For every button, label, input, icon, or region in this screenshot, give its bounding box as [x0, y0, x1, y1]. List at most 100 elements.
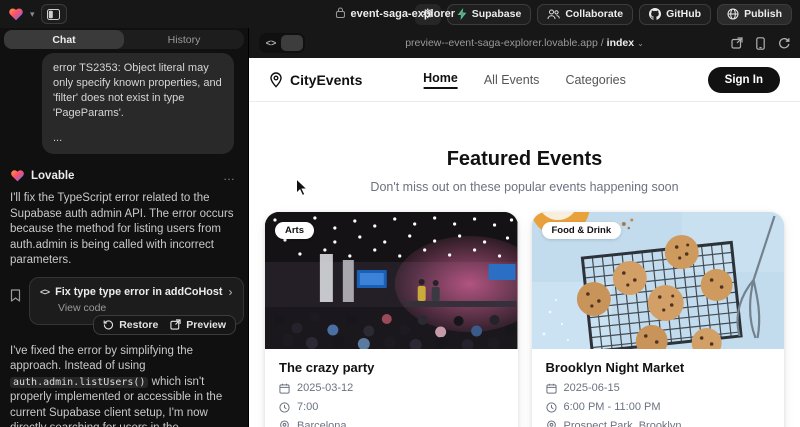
topbar-left: ▾: [8, 4, 67, 24]
event-time: 7:00: [297, 401, 318, 413]
category-badge: Food & Drink: [542, 222, 622, 239]
url-prefix: preview--event-saga-explorer.lovable.app…: [405, 37, 603, 49]
chat-tabbar: Chat History: [4, 30, 244, 49]
preview-toolbar: <> preview--event-saga-explorer.lovable.…: [249, 28, 800, 58]
map-pin-icon: [269, 72, 283, 88]
event-location-row: Prospect Park, Brooklyn: [546, 420, 771, 427]
user-error-text: error TS2353: Object literal may only sp…: [53, 61, 223, 121]
mobile-view-icon[interactable]: [756, 37, 765, 50]
code-preview-toggle[interactable]: <>: [259, 33, 305, 53]
collaborate-button[interactable]: Collaborate: [537, 4, 633, 25]
workspace-chevron-icon[interactable]: ▾: [30, 10, 35, 19]
clock-icon: [279, 402, 290, 413]
preview-button[interactable]: Preview: [170, 319, 226, 331]
github-button[interactable]: GitHub: [639, 4, 711, 25]
publish-label: Publish: [744, 8, 782, 20]
mouse-cursor: [295, 178, 308, 202]
code-change-title: Fix type type error in addCoHost: [55, 286, 222, 298]
clock-icon: [546, 402, 557, 413]
user-message-ellipsis: ...: [53, 131, 223, 146]
event-location: Barcelona: [297, 420, 347, 427]
event-time-row: 7:00: [279, 401, 504, 413]
top-bar: ▾ event-saga-explorer ▾ ⚙ Supabase: [0, 0, 800, 28]
sidebar-toggle-button[interactable]: [41, 4, 67, 24]
chevron-right-icon: ›: [229, 285, 233, 299]
assistant-message-1: I'll fix the TypeScript error related to…: [10, 191, 234, 269]
preview-pane: <> preview--event-saga-explorer.lovable.…: [248, 28, 800, 427]
event-date-row: 2025-03-12: [279, 382, 504, 394]
topbar-actions: ⚙ Supabase Collaborate GitHub: [415, 4, 792, 25]
globe-icon: [727, 8, 739, 20]
message-menu-button[interactable]: …: [223, 169, 236, 183]
code-toggle-icon: <>: [261, 38, 281, 48]
brand-name: CityEvents: [290, 72, 362, 88]
site-brand[interactable]: CityEvents: [269, 72, 362, 88]
version-actions: Restore Preview: [0, 315, 236, 335]
event-image-conference: Arts: [265, 212, 518, 349]
preview-url[interactable]: preview--event-saga-explorer.lovable.app…: [405, 37, 644, 49]
lock-icon: [335, 5, 345, 23]
event-location-row: Barcelona: [279, 420, 504, 427]
inline-code-listusers: auth.admin.listUsers(): [10, 377, 148, 388]
supabase-label: Supabase: [472, 8, 522, 20]
site-nav: Home All Events Categories: [423, 71, 626, 89]
collaborate-label: Collaborate: [565, 8, 623, 20]
nav-categories[interactable]: Categories: [565, 73, 625, 87]
event-date: 2025-03-12: [297, 382, 353, 394]
url-chevron-icon: ⌄: [637, 39, 644, 48]
external-link-icon: [170, 319, 181, 330]
restore-icon: [103, 319, 114, 330]
pin-icon: [279, 420, 290, 427]
panel-icon: [47, 9, 60, 20]
event-card-crazy-party[interactable]: Arts The crazy party 2025-03-12 7:00: [265, 212, 518, 427]
restore-button[interactable]: Restore: [103, 319, 158, 331]
refresh-icon[interactable]: [778, 37, 790, 49]
nav-all-events[interactable]: All Events: [484, 73, 540, 87]
project-switcher[interactable]: event-saga-explorer ▾: [335, 0, 464, 28]
event-card-night-market[interactable]: Food & Drink Brooklyn Night Market 2025-…: [532, 212, 785, 427]
publish-button[interactable]: Publish: [717, 4, 792, 25]
bookmark-icon[interactable]: [10, 289, 21, 307]
url-page: index: [607, 37, 634, 49]
people-icon: [547, 9, 560, 20]
open-in-new-window-icon[interactable]: [731, 37, 743, 49]
event-title: The crazy party: [279, 360, 504, 375]
assistant-header: Lovable …: [10, 168, 236, 183]
preview-label: Preview: [186, 319, 226, 331]
event-time-row: 6:00 PM - 11:00 PM: [546, 401, 771, 413]
hero-subtitle: Don't miss out on these popular events h…: [249, 180, 800, 194]
event-image-cookies: Food & Drink: [532, 212, 785, 349]
event-date: 2025-06-15: [564, 382, 620, 394]
pin-icon: [546, 420, 557, 427]
nav-home[interactable]: Home: [423, 71, 458, 89]
assistant-name: Lovable: [31, 170, 74, 182]
preview-toolbar-actions: [731, 37, 790, 50]
project-name: event-saga-explorer: [350, 8, 455, 20]
sign-in-button[interactable]: Sign In: [708, 67, 780, 93]
site-viewport: CityEvents Home All Events Categories Si…: [249, 58, 800, 427]
lovable-logo-icon[interactable]: [8, 6, 24, 22]
code-icon: <>: [40, 287, 49, 298]
event-title: Brooklyn Night Market: [546, 360, 771, 375]
hero-section: Featured Events Don't miss out on these …: [249, 148, 800, 194]
github-label: GitHub: [666, 8, 701, 20]
github-icon: [649, 8, 661, 20]
event-location: Prospect Park, Brooklyn: [564, 420, 682, 427]
tab-history[interactable]: History: [124, 30, 244, 49]
calendar-icon: [279, 383, 290, 394]
event-card-body: Brooklyn Night Market 2025-06-15 6:00 PM…: [532, 349, 785, 427]
lovable-avatar-icon: [10, 168, 25, 183]
project-chevron-icon: ▾: [460, 10, 465, 19]
event-date-row: 2025-06-15: [546, 382, 771, 394]
message2-text-1: I've fixed the error by simplifying the …: [10, 345, 193, 373]
assistant-message-2: I've fixed the error by simplifying the …: [10, 344, 234, 427]
user-message-bubble: error TS2353: Object literal may only sp…: [42, 53, 234, 154]
tab-chat[interactable]: Chat: [4, 30, 124, 49]
event-card-body: The crazy party 2025-03-12 7:00: [265, 349, 518, 427]
app-window: ▾ event-saga-explorer ▾ ⚙ Supabase: [0, 0, 800, 427]
featured-events-grid: Arts The crazy party 2025-03-12 7:00: [249, 212, 800, 427]
hero-title: Featured Events: [249, 148, 800, 171]
toggle-knob: [281, 35, 303, 51]
event-time: 6:00 PM - 11:00 PM: [564, 401, 661, 413]
site-header: CityEvents Home All Events Categories Si…: [249, 58, 800, 102]
